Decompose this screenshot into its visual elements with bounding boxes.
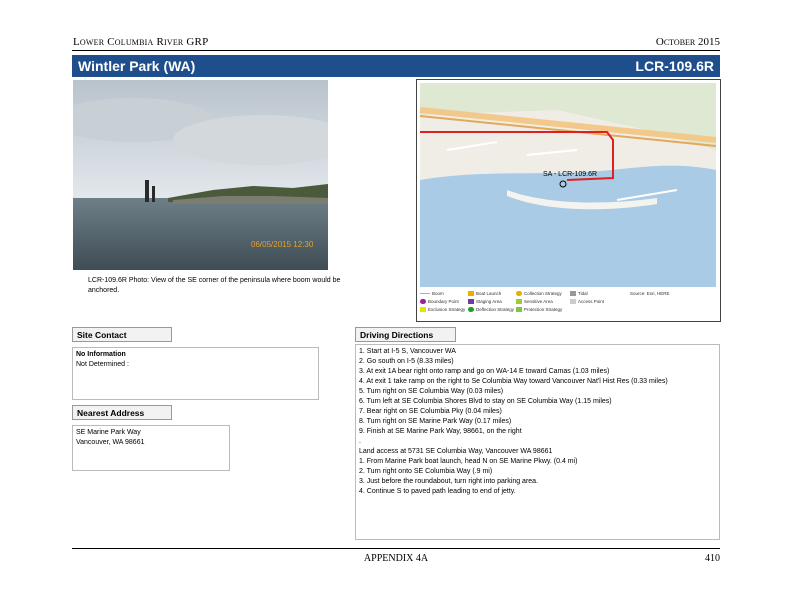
header-date: October 2015 — [655, 36, 720, 48]
direction-step: 2. Go south on I-5 (8.33 miles) — [359, 358, 454, 365]
direction-step: 1. Start at I-5 S, Vancouver WA — [359, 348, 456, 355]
legend-item: Access Point — [570, 299, 604, 305]
circle-legend-icon — [468, 307, 474, 313]
legend-item: Deflection Strategy — [468, 307, 514, 313]
direction-step: 1. From Marine Park boat launch, head N … — [359, 458, 578, 465]
driving-directions-header: Driving Directions — [355, 327, 456, 342]
square-legend-icon — [516, 299, 522, 305]
site-photo: 06/05/2015 12:30 — [73, 80, 328, 270]
direction-step: 3. At exit 1A bear right onto ramp and g… — [359, 368, 610, 375]
legend-item: Source: Esri, HERE — [630, 291, 670, 296]
site-code: LCR-109.6R — [635, 58, 714, 74]
legend-item: Boundary Point — [420, 299, 459, 305]
site-title-bar: Wintler Park (WA) LCR-109.6R — [72, 55, 720, 77]
square-legend-icon — [516, 307, 522, 313]
legend-item: Exclusion Strategy — [420, 307, 465, 313]
diamond-legend-icon — [468, 299, 474, 305]
direction-step: 4. At exit 1 take ramp on the right to S… — [359, 378, 668, 385]
driving-directions-box: 1. Start at I-5 S, Vancouver WA 2. Go so… — [355, 344, 720, 540]
legend-item: Sensitive Area — [516, 299, 553, 305]
legend-item: Boat Launch — [468, 291, 501, 297]
page-number: 410 — [705, 553, 720, 564]
map-site-label: SA - LCR-109.6R — [543, 171, 597, 178]
legend-item: Boom — [420, 291, 444, 296]
direction-step: Land access at 5731 SE Columbia Way, Van… — [359, 448, 553, 455]
legend-item: Protection Strategy — [516, 307, 562, 313]
address-line: Vancouver, WA 98661 — [76, 439, 145, 446]
circle-legend-icon — [420, 299, 426, 305]
triangle-legend-icon — [468, 291, 474, 297]
direction-step: 4. Continue S to paved path leading to e… — [359, 488, 516, 495]
map-legend: Boom Boat Launch Collection Strategy Tid… — [420, 289, 716, 318]
site-contact-line: No Information — [76, 351, 126, 358]
footer-appendix: Appendix 4A — [363, 553, 429, 564]
circle-legend-icon — [516, 291, 522, 297]
photo-caption: LCR-109.6R Photo: View of the SE corner … — [88, 277, 341, 294]
direction-step: 9. Finish at SE Marine Park Way, 98661, … — [359, 428, 522, 435]
direction-separator: . — [359, 438, 361, 445]
direction-step: 6. Turn left at SE Columbia Shores Blvd … — [359, 398, 612, 405]
nearest-address-header: Nearest Address — [72, 405, 172, 420]
site-contact-line: Not Determined : — [76, 361, 129, 368]
star-legend-icon — [420, 307, 426, 313]
square-legend-icon — [570, 299, 576, 305]
site-name: Wintler Park (WA) — [78, 58, 196, 74]
header-rule — [72, 50, 720, 51]
arrow-legend-icon — [570, 291, 576, 297]
legend-item: Staging Area — [468, 299, 502, 305]
site-contact-header: Site Contact — [72, 327, 172, 342]
line-legend-icon — [420, 293, 430, 295]
legend-item: Tidal — [570, 291, 588, 297]
nearest-address-box: SE Marine Park Way Vancouver, WA 98661 — [72, 425, 230, 471]
direction-step: 5. Turn right on SE Columbia Way (0.03 m… — [359, 388, 504, 395]
direction-step: 7. Bear right on SE Columbia Pky (0.04 m… — [359, 408, 502, 415]
legend-item: Collection Strategy — [516, 291, 562, 297]
direction-step: 2. Turn right onto SE Columbia Way (.9 m… — [359, 468, 493, 475]
header-doc-title: Lower Columbia River GRP — [73, 36, 209, 48]
footer-rule — [72, 548, 720, 549]
direction-step: 8. Turn right on SE Marine Park Way (0.1… — [359, 418, 512, 425]
site-map: SA - LCR-109.6R — [416, 79, 721, 322]
site-contact-box: No Information Not Determined : — [72, 347, 319, 400]
photo-timestamp: 06/05/2015 12:30 — [251, 240, 314, 249]
address-line: SE Marine Park Way — [76, 429, 141, 436]
direction-step: 3. Just before the roundabout, turn righ… — [359, 478, 539, 485]
